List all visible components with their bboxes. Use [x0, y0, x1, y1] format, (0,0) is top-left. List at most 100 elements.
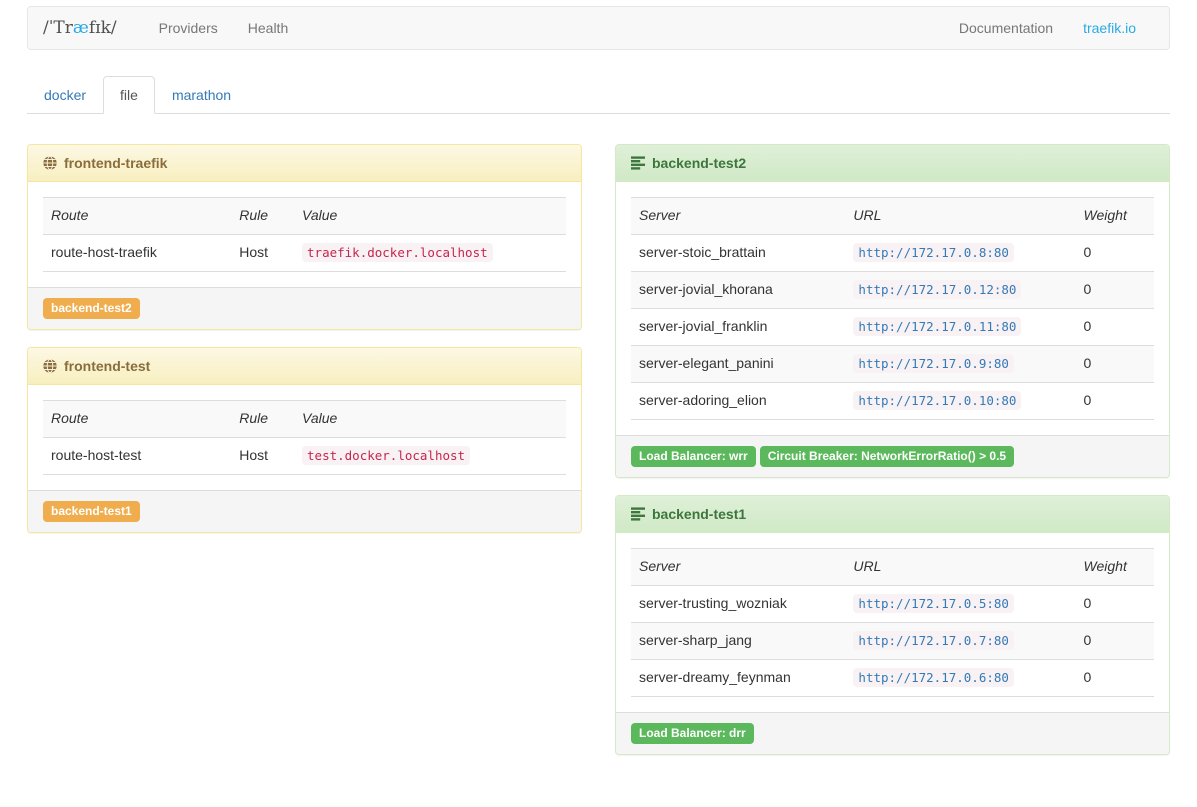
server-url-code: http://172.17.0.8:80: [853, 243, 1014, 262]
panel-title: frontend-test: [64, 358, 150, 374]
rule-cell: Host: [231, 437, 294, 474]
frontends-column: frontend-traefik RouteRuleValueroute-hos…: [27, 144, 582, 550]
server-url-cell: http://172.17.0.5:80: [845, 585, 1075, 622]
brand-highlight: æ: [73, 18, 89, 38]
server-name-cell: server-jovial_franklin: [631, 308, 845, 345]
panel-backend-test2: backend-test2 Server URL Weight server-stoi…: [615, 144, 1170, 478]
frontend-panel-header: frontend-traefik: [28, 145, 581, 182]
column-header-label: Route: [51, 410, 88, 426]
server-url-link[interactable]: http://172.17.0.12:80: [853, 281, 1021, 297]
panel-footer: backend-test1: [28, 490, 581, 532]
server-url-link[interactable]: http://172.17.0.7:80: [853, 632, 1014, 648]
server-name-cell: server-jovial_khorana: [631, 271, 845, 308]
nav-link-health[interactable]: Health: [233, 8, 303, 48]
server-url-cell: http://172.17.0.9:80: [845, 345, 1075, 382]
column-header-cell: Server: [631, 198, 845, 235]
panel-title: backend-test2: [652, 155, 746, 171]
column-header-cell: Route: [43, 198, 231, 235]
column-header-label: URL: [853, 207, 881, 223]
tasks-icon: [631, 156, 645, 170]
backend-ref-badge: backend-test2: [43, 298, 140, 319]
server-url-cell: http://172.17.0.8:80: [845, 234, 1075, 271]
panel-footer-badge: Load Balancer: wrr: [631, 446, 756, 467]
brand-logo[interactable]: /ˈTræfɪk/: [28, 18, 132, 38]
server-row: server-elegant_panini http://172.17.0.9:8…: [631, 345, 1154, 382]
column-header-label: Route: [51, 207, 88, 223]
server-row: server-jovial_franklin http://172.17.0.11…: [631, 308, 1154, 345]
value-cell: traefik.docker.localhost: [294, 234, 566, 271]
route-name-cell: route-host-test: [43, 437, 231, 474]
tab-docker[interactable]: docker: [27, 76, 103, 114]
weight-cell: 0: [1076, 308, 1154, 345]
weight-cell: 0: [1076, 382, 1154, 419]
routes-table: Route Rule Value route-host-traefikHost trae…: [43, 197, 566, 272]
rule-cell: Host: [231, 234, 294, 271]
column-header-cell: URL: [845, 198, 1075, 235]
weight-cell: 0: [1076, 585, 1154, 622]
column-header-cell: Value: [294, 400, 566, 437]
nav-link-providers[interactable]: Providers: [144, 8, 233, 48]
panel-title: backend-test1: [652, 506, 746, 522]
column-header-label: Weight: [1084, 558, 1127, 574]
server-url-code: http://172.17.0.10:80: [853, 391, 1021, 410]
column-header-cell: Value: [294, 198, 566, 235]
globe-icon: [43, 156, 57, 170]
routes-table: RouteRuleValueroute-host-testHosttest.do…: [43, 400, 566, 475]
panel-frontend-traefik: frontend-traefik Route Rule Value route-hos…: [27, 144, 582, 330]
tasks-icon: [631, 507, 645, 521]
panel-body: ServerURLWeightserver-stoic_brattainhttp…: [616, 182, 1169, 435]
server-url-code: http://172.17.0.6:80: [853, 668, 1014, 687]
server-url-link[interactable]: http://172.17.0.10:80: [853, 392, 1021, 408]
backend-ref-badge: backend-test1: [43, 501, 140, 522]
column-header-label: Server: [639, 207, 680, 223]
nav-link-documentation[interactable]: Documentation: [944, 8, 1068, 48]
rule-value-code: traefik.docker.localhost: [302, 243, 493, 262]
server-name-cell: server-dreamy_feynman: [631, 659, 845, 696]
tab-file[interactable]: file: [103, 76, 155, 114]
column-header-label: URL: [853, 558, 881, 574]
panel-body: Route Rule Value route-host-traefikHost trae…: [28, 182, 581, 287]
tab-marathon[interactable]: marathon: [155, 76, 248, 114]
server-url-cell: http://172.17.0.11:80: [845, 308, 1075, 345]
column-header-cell: Route: [43, 400, 231, 437]
table-header-row: Server URL Weight: [631, 198, 1154, 235]
server-url-link[interactable]: http://172.17.0.11:80: [853, 318, 1021, 334]
servers-table: ServerURLWeightserver-stoic_brattainhttp…: [631, 197, 1154, 420]
panel-title: frontend-traefik: [64, 155, 167, 171]
weight-cell: 0: [1076, 234, 1154, 271]
column-header-label: Weight: [1084, 207, 1127, 223]
nav-link-traefik-io[interactable]: traefik.io: [1068, 8, 1151, 48]
server-url-code: http://172.17.0.5:80: [853, 594, 1014, 613]
server-name-cell: server-stoic_brattain: [631, 234, 845, 271]
weight-cell: 0: [1076, 271, 1154, 308]
server-name-cell: server-adoring_elion: [631, 382, 845, 419]
server-name-cell: server-sharp_jang: [631, 622, 845, 659]
server-url-link[interactable]: http://172.17.0.8:80: [853, 244, 1014, 260]
column-header-label: Server: [639, 558, 680, 574]
server-url-cell: http://172.17.0.12:80: [845, 271, 1075, 308]
server-url-link[interactable]: http://172.17.0.5:80: [853, 595, 1014, 611]
route-row: route-host-testHosttest.docker.localhost: [43, 437, 566, 474]
navbar-left: Providers Health: [144, 8, 304, 48]
column-header-label: Rule: [239, 207, 268, 223]
route-row: route-host-traefikHost traefik.docker.loc…: [43, 234, 566, 271]
brand-prefix: /ˈTr: [43, 18, 73, 38]
panel-footer-badge: Load Balancer: drr: [631, 723, 754, 744]
panel-body: RouteRuleValueroute-host-testHosttest.do…: [28, 385, 581, 490]
server-row: server-stoic_brattain http://172.17.0.8:8…: [631, 234, 1154, 271]
servers-table: ServerURLWeightserver-trusting_wozniakht…: [631, 548, 1154, 697]
server-name-cell: server-elegant_panini: [631, 345, 845, 382]
provider-tabs: dockerfilemarathon: [27, 76, 1170, 114]
server-url-link[interactable]: http://172.17.0.6:80: [853, 669, 1014, 685]
column-header-label: Value: [302, 207, 337, 223]
route-name-cell: route-host-traefik: [43, 234, 231, 271]
panel-footer: Load Balancer: wrrCircuit Breaker: Netwo…: [616, 435, 1169, 477]
frontend-panel-header: frontend-test: [28, 348, 581, 385]
server-name-cell: server-trusting_wozniak: [631, 585, 845, 622]
server-url-code: http://172.17.0.11:80: [853, 317, 1021, 336]
panel-footer-badge: Circuit Breaker: NetworkErrorRatio() > 0…: [760, 446, 1014, 467]
column-header-cell: URL: [845, 548, 1075, 585]
server-url-link[interactable]: http://172.17.0.9:80: [853, 355, 1014, 371]
backends-column: backend-test2 Server URL Weight server-stoi…: [615, 144, 1170, 772]
page: /ˈTræfɪk/ Providers Health Documentation…: [27, 6, 1170, 772]
